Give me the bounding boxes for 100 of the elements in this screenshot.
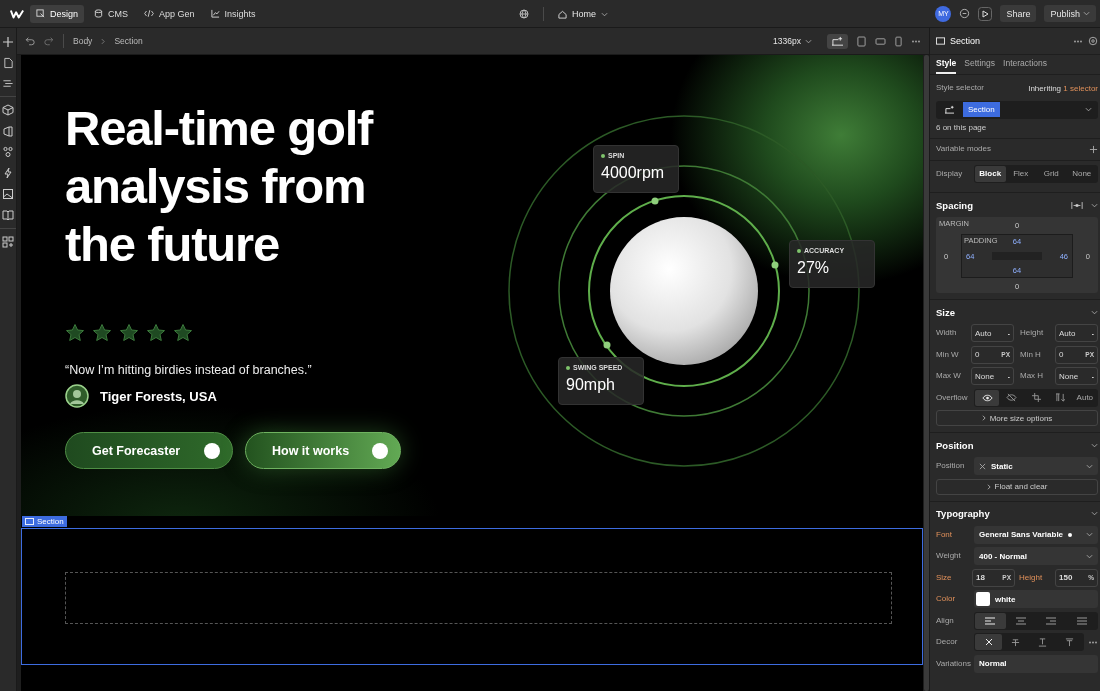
page-icon[interactable] xyxy=(2,57,14,69)
display-option[interactable]: Block xyxy=(975,165,1006,182)
cta-button[interactable]: Get Forecaster xyxy=(65,432,233,469)
field-label: Min W xyxy=(936,349,960,360)
section-title: Size xyxy=(936,306,955,318)
apps-icon[interactable] xyxy=(2,236,14,248)
mode-tab[interactable]: Insights xyxy=(204,4,262,23)
publish-button[interactable]: Publish xyxy=(1044,5,1096,22)
more-icon[interactable] xyxy=(1088,640,1098,644)
field-label: Size xyxy=(936,572,953,583)
selector-count-link[interactable]: 1 selector xyxy=(1063,83,1098,93)
scrollbar[interactable] xyxy=(924,55,929,691)
drops-icon[interactable] xyxy=(2,146,14,158)
collapse-icon[interactable] xyxy=(1091,442,1098,448)
overflow-option[interactable] xyxy=(975,389,1000,406)
display-option[interactable]: Flex xyxy=(1005,165,1036,182)
class-chip[interactable]: Section xyxy=(963,102,1000,117)
cta-button[interactable]: How it works xyxy=(245,432,401,469)
field-label: Max W xyxy=(936,371,962,381)
inheriting-label: Inheriting xyxy=(1028,83,1062,93)
variations-field[interactable]: Normal xyxy=(974,654,1098,673)
share-button[interactable]: Share xyxy=(1000,5,1037,22)
collapse-icon[interactable] xyxy=(1091,202,1098,208)
navigator-icon[interactable] xyxy=(2,78,14,89)
page-selector[interactable]: Home xyxy=(558,9,608,19)
weight-select[interactable]: 400 - Normal xyxy=(974,547,1098,565)
breadcrumb-item[interactable]: Section xyxy=(114,36,143,46)
panel-tab[interactable]: Style xyxy=(936,55,957,74)
redo-icon[interactable] xyxy=(44,36,54,46)
settings-icon[interactable] xyxy=(1088,36,1098,46)
more-size-options-button[interactable]: More size options xyxy=(936,410,1098,426)
more-icon[interactable] xyxy=(1073,39,1083,43)
strikethrough-icon xyxy=(1011,637,1020,647)
display-option[interactable]: None xyxy=(1066,165,1097,182)
tablet-icon[interactable] xyxy=(857,35,866,47)
overflow-option[interactable]: Auto xyxy=(1072,389,1098,406)
selection-label[interactable]: Section xyxy=(22,516,67,527)
star-icon xyxy=(65,323,85,343)
element-name: Section xyxy=(950,36,981,46)
section-title: Position xyxy=(936,439,974,451)
panel-tab[interactable]: Interactions xyxy=(1003,55,1047,74)
overline-icon xyxy=(1065,637,1074,647)
width-selector[interactable]: 1336px xyxy=(773,36,812,46)
collapse-icon[interactable] xyxy=(1091,309,1098,315)
breadcrumb-item[interactable]: Body xyxy=(73,36,93,46)
collapse-icon[interactable] xyxy=(1091,511,1098,516)
align-center-icon xyxy=(1015,616,1026,625)
usage-count: 6 on this page xyxy=(936,122,988,132)
align-option[interactable] xyxy=(975,612,1006,629)
align-justify-icon xyxy=(1076,616,1087,625)
chevron-right-icon xyxy=(986,483,991,490)
image-icon[interactable] xyxy=(2,188,14,200)
field-label: Decor xyxy=(936,637,959,647)
field-label: Display xyxy=(936,168,964,179)
code-icon xyxy=(144,9,154,18)
section-title: Typography xyxy=(936,508,990,519)
selected-section[interactable] xyxy=(21,528,923,665)
style-selector-field[interactable]: Section xyxy=(936,100,1098,119)
add-icon[interactable] xyxy=(1089,144,1098,154)
display-option[interactable]: Grid xyxy=(1036,165,1067,182)
position-select[interactable]: Static xyxy=(974,457,1098,475)
field-label: Height xyxy=(1019,572,1044,583)
crop-icon xyxy=(1031,393,1041,402)
undo-icon[interactable] xyxy=(25,36,35,46)
chevron-down-icon xyxy=(1086,553,1093,559)
spacing-mode-icon[interactable] xyxy=(1071,200,1083,210)
section-title: Spacing xyxy=(936,199,973,211)
color-field[interactable]: white xyxy=(974,590,1098,608)
mode-tab[interactable]: CMS xyxy=(88,4,134,23)
add-icon[interactable] xyxy=(2,36,14,48)
cube-icon[interactable] xyxy=(2,104,14,116)
mode-tab[interactable]: App Gen xyxy=(138,4,201,23)
chevron-right-icon xyxy=(101,37,106,45)
field-label: Height xyxy=(1020,328,1045,338)
field-label: Font xyxy=(936,529,953,540)
stat-value: 90mph xyxy=(566,376,616,394)
globe-icon[interactable] xyxy=(519,9,529,19)
lightning-icon[interactable] xyxy=(2,167,14,179)
more-icon[interactable] xyxy=(911,39,921,43)
field-label: Variations xyxy=(936,658,970,669)
section-icon xyxy=(25,518,34,525)
logo-icon[interactable] xyxy=(10,8,24,19)
underline-icon xyxy=(1038,637,1047,647)
desktop-breakpoint-button[interactable] xyxy=(827,33,848,49)
star-icon xyxy=(119,323,139,343)
book-icon[interactable] xyxy=(2,209,14,221)
component-icon[interactable] xyxy=(2,125,14,137)
mode-tab[interactable]: Design xyxy=(30,4,84,23)
align-right-icon xyxy=(1046,616,1057,625)
decor-option[interactable] xyxy=(975,634,1002,650)
landscape-phone-icon[interactable] xyxy=(875,36,886,46)
dot-icon xyxy=(1068,532,1073,537)
phone-icon[interactable] xyxy=(895,35,902,47)
font-select[interactable]: General Sans Variable xyxy=(974,525,1098,544)
hero-heading: Real-time golf analysis from the future xyxy=(65,100,375,273)
color-swatch[interactable] xyxy=(976,592,990,606)
panel-tab[interactable]: Settings xyxy=(964,55,996,74)
float-and-clear-button[interactable]: Float and clear xyxy=(936,478,1098,495)
play-icon[interactable] xyxy=(978,6,993,21)
comment-icon[interactable] xyxy=(959,8,971,19)
